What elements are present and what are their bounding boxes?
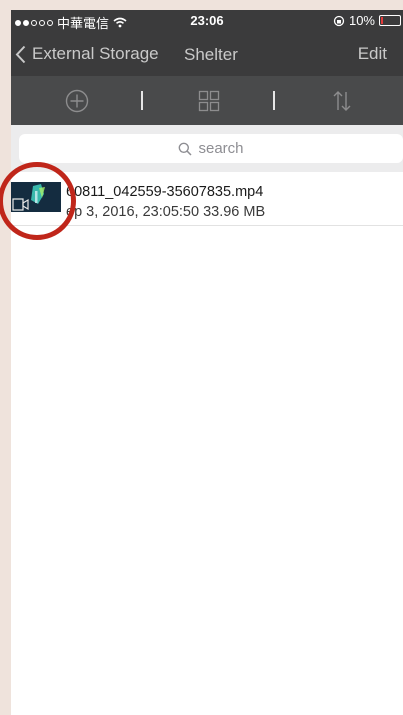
- file-row[interactable]: 60811_042559-35607835.mp4 ep 3, 2016, 23…: [11, 172, 403, 226]
- grid-view-button[interactable]: [197, 89, 221, 113]
- file-details: ep 3, 2016, 23:05:50 33.96 MB: [66, 204, 266, 220]
- toolbar-divider: [273, 91, 275, 110]
- toolbar-divider: [141, 91, 143, 110]
- search-placeholder: search: [198, 140, 244, 157]
- sort-button[interactable]: [330, 89, 354, 113]
- toolbar: [11, 76, 403, 125]
- add-icon: [65, 89, 89, 113]
- page-title: Shelter: [184, 45, 238, 64]
- orientation-lock-icon: [333, 15, 345, 26]
- battery-info: 10%: [333, 13, 401, 28]
- sort-icon: [333, 91, 351, 111]
- battery-percent: 10%: [348, 13, 375, 28]
- back-button[interactable]: External Storage: [15, 44, 159, 64]
- back-button-label: External Storage: [32, 44, 159, 63]
- file-name: 60811_042559-35607835.mp4: [66, 184, 264, 200]
- navigation-bar: External Storage Shelter Edit: [11, 32, 403, 76]
- chevron-left-icon: [15, 45, 26, 63]
- add-button[interactable]: [65, 89, 89, 113]
- search-icon: [179, 142, 193, 156]
- phone-screen: 中華電信 23:06 10% External Storage Shelter …: [11, 10, 403, 715]
- battery-icon: [379, 15, 401, 26]
- search-bar: search: [11, 125, 403, 172]
- edit-button[interactable]: Edit: [358, 44, 387, 64]
- grid-view-icon: [198, 90, 220, 112]
- search-input[interactable]: search: [19, 134, 403, 163]
- status-bar: 中華電信 23:06 10%: [11, 10, 403, 32]
- video-thumbnail: [11, 182, 61, 212]
